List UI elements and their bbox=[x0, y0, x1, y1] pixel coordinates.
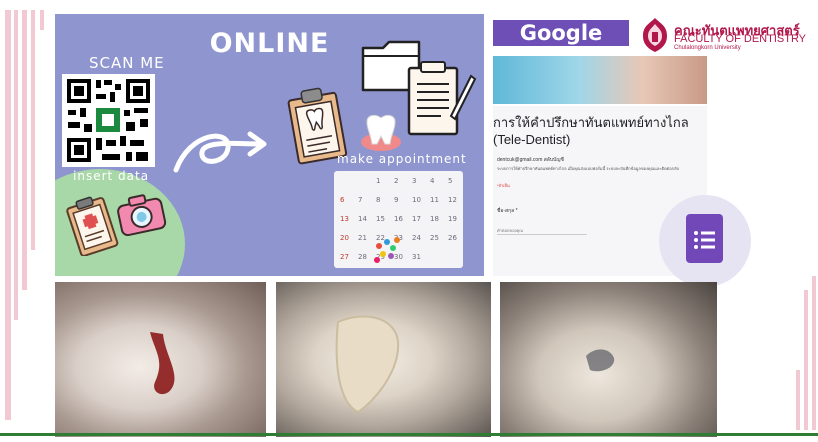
decor-stripe bbox=[14, 10, 18, 320]
online-service-panel: ONLINE SCAN ME insert data make appointm… bbox=[55, 14, 484, 276]
form-header-photo bbox=[493, 56, 707, 104]
calendar-day[interactable]: 1 bbox=[376, 177, 380, 185]
name-field-input[interactable]: คำตอบของคุณ bbox=[497, 227, 523, 234]
calendar-day[interactable]: 15 bbox=[376, 215, 385, 223]
medical-clipboard-icon bbox=[66, 196, 119, 256]
calendar-day[interactable]: 17 bbox=[412, 215, 421, 223]
tooth-icon bbox=[361, 114, 401, 151]
camera-icon bbox=[117, 194, 167, 236]
calendar-day[interactable]: 25 bbox=[430, 234, 439, 242]
google-forms-panel: Google forms คณะทันตแพทยศาสตร์ FACULTY O… bbox=[487, 14, 817, 287]
calendar-day[interactable]: 18 bbox=[430, 215, 439, 223]
calendar-day[interactable]: 20 bbox=[340, 234, 349, 242]
google-forms-icon bbox=[686, 214, 723, 263]
form-description: ระบบการให้คำปรึกษาทันตแพทย์ทางไกล เมื่อค… bbox=[497, 166, 680, 171]
decor-stripe bbox=[22, 10, 27, 290]
calendar-pin-marker bbox=[376, 243, 382, 249]
decor-stripe bbox=[40, 10, 44, 30]
scan-me-label: SCAN ME bbox=[89, 54, 165, 72]
appointment-calendar[interactable]: 1234567891011121314151617181920212223242… bbox=[334, 171, 463, 268]
calendar-day[interactable]: 26 bbox=[448, 234, 457, 242]
decor-stripe bbox=[5, 10, 11, 420]
calendar-pin-marker bbox=[374, 257, 380, 263]
document-pen-icon bbox=[407, 61, 477, 136]
calendar-day[interactable]: 14 bbox=[358, 215, 367, 223]
calendar-day[interactable]: 6 bbox=[340, 196, 344, 204]
calendar-day[interactable]: 30 bbox=[394, 253, 403, 261]
calendar-day[interactable]: 10 bbox=[412, 196, 421, 204]
name-field-underline bbox=[497, 234, 587, 235]
google-forms-badge: Google forms bbox=[493, 20, 629, 71]
calendar-day[interactable]: 11 bbox=[430, 196, 439, 204]
calendar-day[interactable]: 7 bbox=[358, 196, 362, 204]
calendar-day[interactable]: 13 bbox=[340, 215, 349, 223]
calendar-day[interactable]: 3 bbox=[412, 177, 416, 185]
name-field-label: ชื่อ-สกุล * bbox=[497, 208, 518, 214]
decor-stripe bbox=[796, 370, 800, 430]
qr-code[interactable] bbox=[62, 74, 155, 167]
calendar-day[interactable]: 24 bbox=[412, 234, 421, 242]
tooth-photo-restoration bbox=[500, 282, 717, 437]
university-name: Chulalongkorn University bbox=[674, 45, 741, 51]
calendar-day[interactable]: 8 bbox=[376, 196, 380, 204]
calendar-day[interactable]: 28 bbox=[358, 253, 367, 261]
tooth-photo-bleeding bbox=[55, 282, 266, 437]
calendar-day[interactable]: 12 bbox=[448, 196, 457, 204]
decor-stripe bbox=[804, 290, 808, 430]
calendar-pin-marker bbox=[380, 251, 386, 257]
calendar-day[interactable]: 21 bbox=[358, 234, 367, 242]
footer-accent-line bbox=[0, 433, 818, 436]
calendar-day[interactable]: 2 bbox=[394, 177, 398, 185]
required-note: *จำเป็น bbox=[497, 183, 510, 188]
insert-data-label: insert data bbox=[73, 169, 150, 183]
account-email[interactable]: dentcuk@gmail.com สลับบัญชี bbox=[497, 156, 564, 164]
calendar-day[interactable]: 4 bbox=[430, 177, 434, 185]
calendar-pin-marker bbox=[394, 237, 400, 243]
calendar-pin-marker bbox=[390, 245, 396, 251]
calendar-day[interactable]: 31 bbox=[412, 253, 421, 261]
tooth-photo-cavity bbox=[276, 282, 491, 437]
calendar-day[interactable]: 19 bbox=[448, 215, 457, 223]
calendar-pin-marker bbox=[388, 253, 394, 259]
decor-stripe bbox=[31, 10, 35, 250]
calendar-day[interactable]: 9 bbox=[394, 196, 398, 204]
make-appointment-label: make appointment bbox=[337, 152, 467, 166]
calendar-day[interactable]: 16 bbox=[394, 215, 403, 223]
calendar-pin-marker bbox=[384, 239, 390, 245]
faculty-logo-icon bbox=[643, 18, 667, 52]
arrow-icon bbox=[173, 131, 267, 173]
calendar-day[interactable]: 5 bbox=[448, 177, 452, 185]
form-title: การให้คำปรึกษาทันตแพทย์ทางไกล (Tele-Dent… bbox=[493, 115, 689, 147]
calendar-day[interactable]: 27 bbox=[340, 253, 349, 261]
faculty-name-english: FACULTY OF DENTISTRY bbox=[674, 33, 807, 45]
